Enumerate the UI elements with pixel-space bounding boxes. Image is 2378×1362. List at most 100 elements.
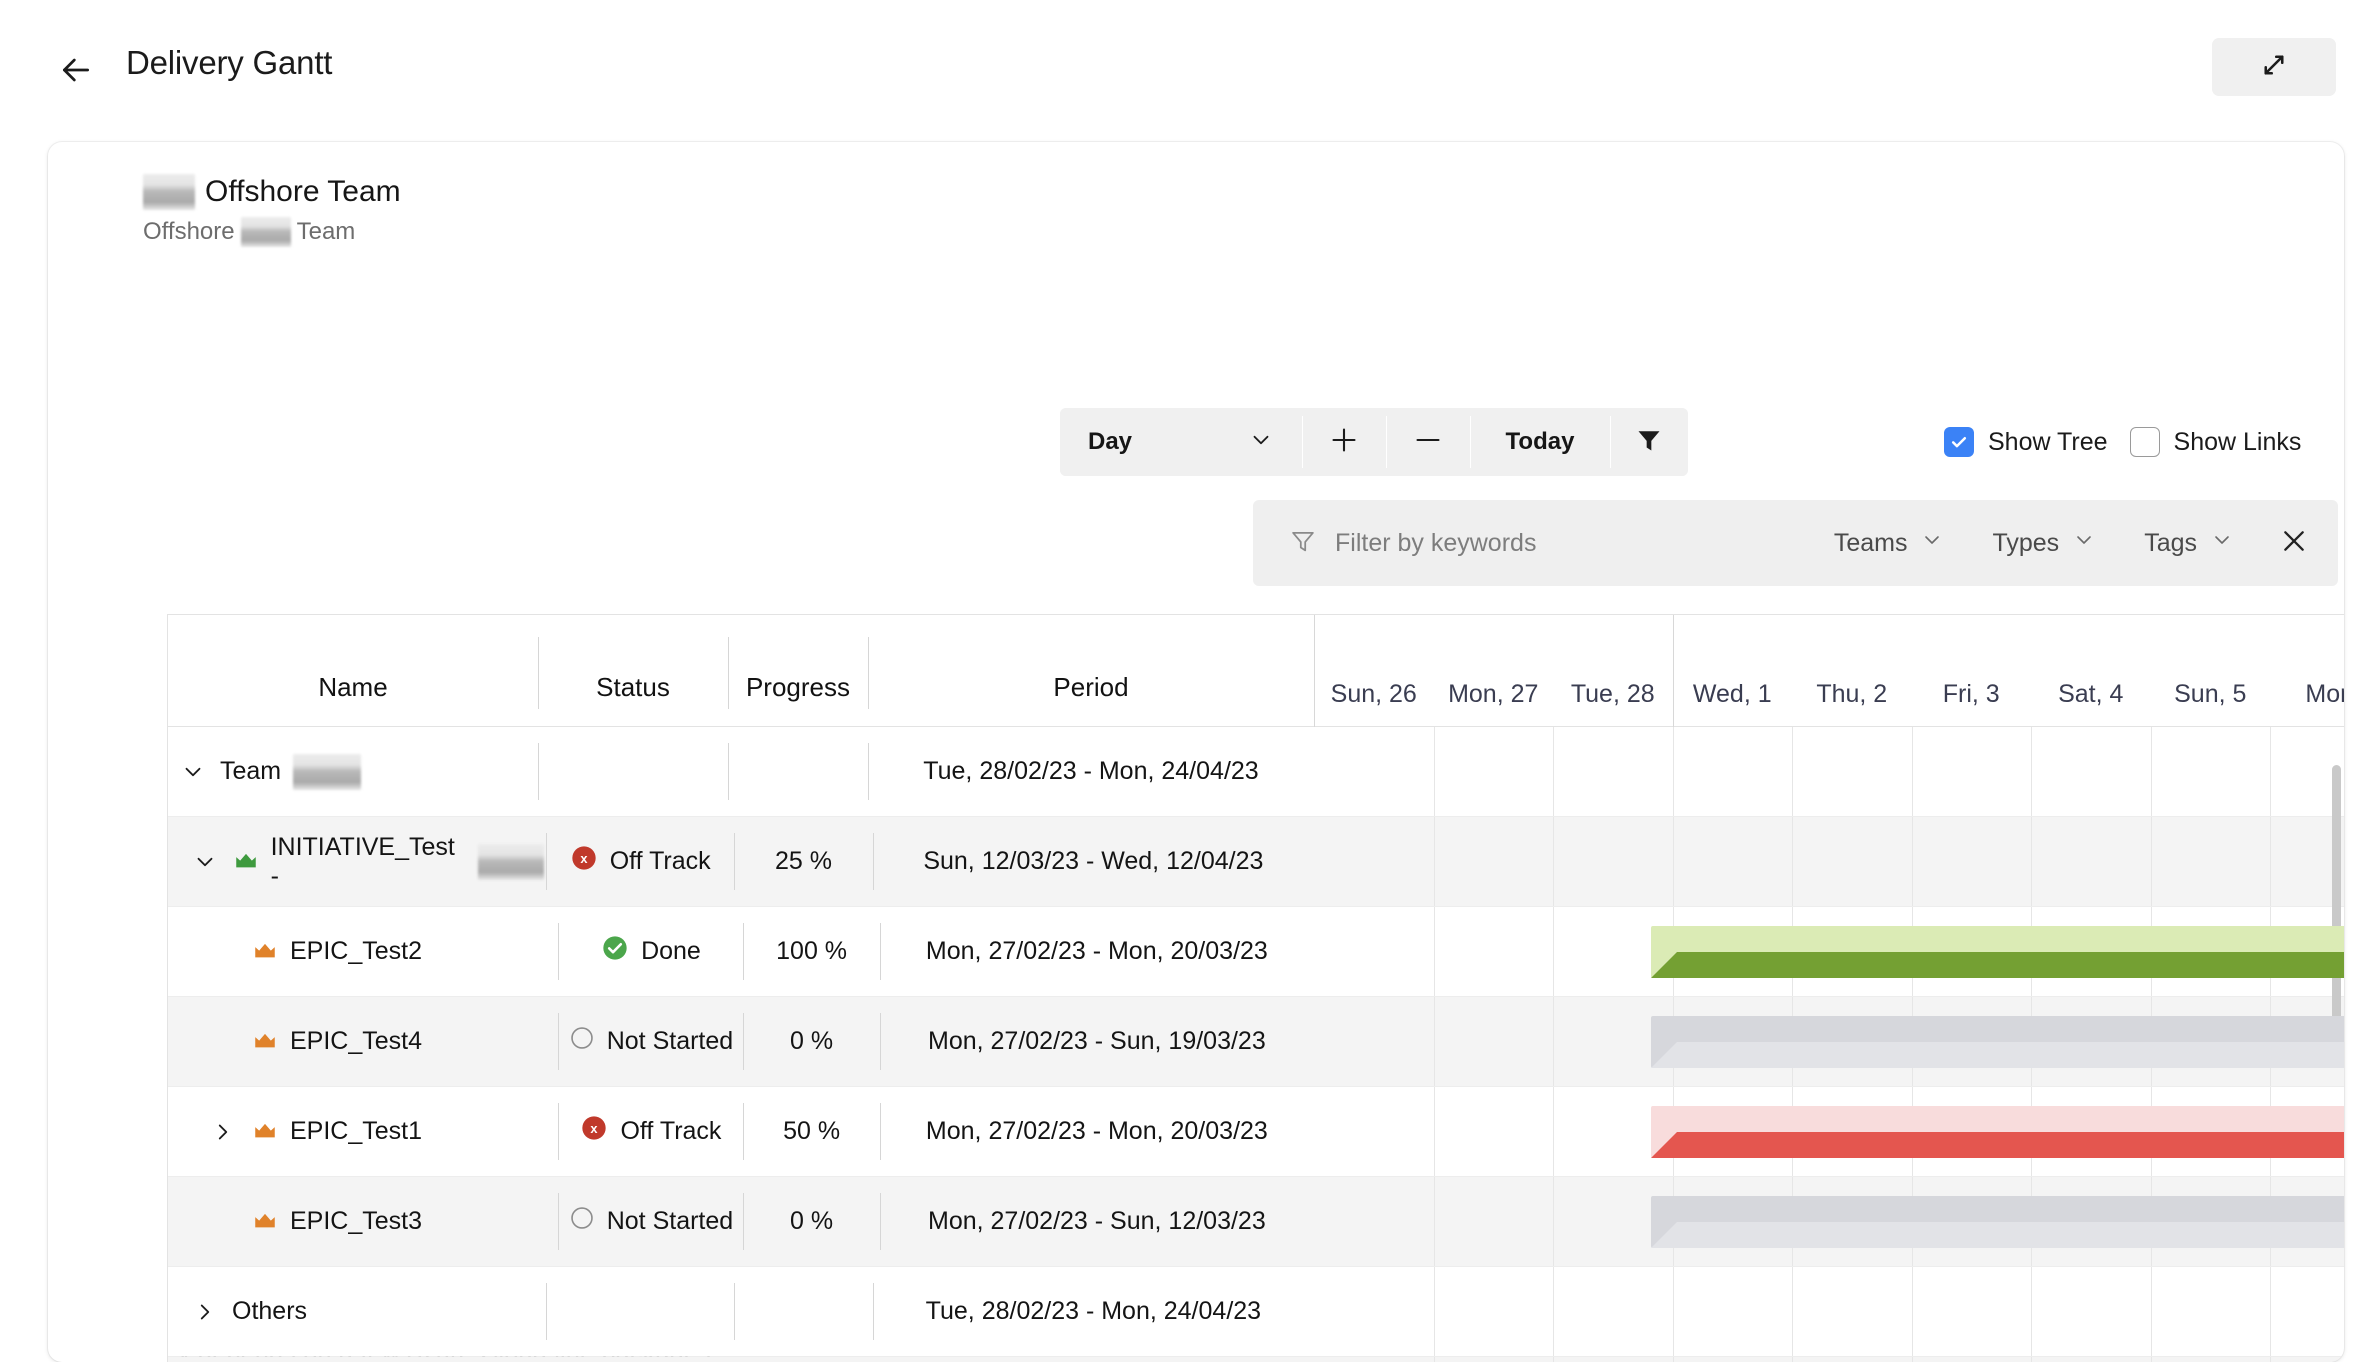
- row-period-label: Tue, 28/02/23 - Mon, 24/04/23: [923, 757, 1259, 785]
- row-name-label: EPIC_Test1: [290, 1117, 423, 1145]
- row-name-label: INITIATIVE_Test -: [270, 832, 455, 890]
- row-status-cell: [546, 1267, 734, 1356]
- row-timeline: [1314, 817, 2344, 906]
- timeline-month-divider: [1314, 615, 1315, 727]
- timeline-day-header: Mon: [2305, 680, 2344, 708]
- row-progress-cell: [734, 1267, 873, 1356]
- zoom-out-button[interactable]: [1386, 408, 1470, 476]
- column-header-period[interactable]: Period: [868, 615, 1314, 727]
- row-timeline: [1314, 1357, 2344, 1362]
- table-row[interactable]: EPIC_Test4 Not Started 0 % Mon, 27/02/23 - …: [168, 997, 2344, 1087]
- gantt-bar[interactable]: EPIC_T: [1651, 1196, 2344, 1248]
- table-row[interactable]: EPIC_Test2 Done 100 % Mon, 27/02/23 - Mon, …: [168, 907, 2344, 997]
- redacted-block: [143, 174, 195, 210]
- close-filter-button[interactable]: [2258, 525, 2338, 562]
- expand-button[interactable]: [2212, 38, 2336, 96]
- row-period-label: Tue, 28/02/23 - Mon, 24/04/23: [925, 1297, 1262, 1325]
- row-name-cell[interactable]: EPIC_Test4: [198, 997, 558, 1086]
- types-dropdown[interactable]: Types: [1968, 528, 2120, 559]
- crown-orange-icon: [250, 1119, 280, 1145]
- row-period-label: Sun, 12/03/23 - Wed, 12/04/23: [923, 847, 1264, 875]
- gantt-bar[interactable]: [1651, 1106, 2344, 1158]
- row-chevron-down-icon[interactable]: [188, 849, 221, 875]
- row-chevron-right-icon[interactable]: [188, 1299, 222, 1325]
- row-name-cell[interactable]: Team PRD: [168, 1357, 538, 1362]
- minus-icon: [1410, 422, 1446, 463]
- show-links-checkbox[interactable]: Show Links: [2129, 427, 2302, 457]
- gantt-grid: Name Status Progress Period Sun, 26 Mon, …: [167, 614, 2344, 1362]
- column-header-name[interactable]: Name: [168, 615, 538, 727]
- timeline-gridline: [1911, 817, 1913, 906]
- zoom-in-button[interactable]: [1302, 408, 1386, 476]
- timeline-gridline: [1433, 1087, 1435, 1176]
- show-tree-label: Show Tree: [1988, 427, 2108, 456]
- show-tree-checkbox[interactable]: Show Tree: [1944, 427, 2108, 457]
- timeline-day-header: Mon, 27: [1448, 680, 1539, 708]
- timeline-gridline: [1433, 817, 1435, 906]
- show-links-label: Show Links: [2173, 427, 2302, 456]
- row-period-cell: Tue, 28/02/23 - Mon, 24/04/23: [872, 1267, 1314, 1356]
- gantt-bar[interactable]: [1651, 926, 2344, 978]
- timeline-gridline: [1792, 1357, 1793, 1362]
- row-name-label: EPIC_Test3: [290, 1207, 423, 1235]
- row-timeline: EPIC_T: [1314, 1177, 2344, 1266]
- row-progress-cell: 0 %: [743, 1177, 879, 1266]
- back-button[interactable]: [52, 48, 100, 96]
- timeline-gridline: [1792, 1267, 1793, 1356]
- row-left-columns: Team PRD Mon, 01/05/23 - Sun, 14/05/23: [168, 1357, 1314, 1362]
- row-progress-cell: 25 %: [734, 817, 873, 906]
- close-icon: [2278, 525, 2310, 562]
- team-header: Offshore Team Offshore Team: [143, 174, 401, 247]
- table-row[interactable]: EPIC_T EPIC_Test3 Not Started 0 % Mon, 27/02…: [168, 1177, 2344, 1267]
- row-period-cell: Mon, 27/02/23 - Mon, 20/03/23: [879, 907, 1314, 996]
- timeline-gridline: [1433, 727, 1435, 816]
- timeline-gridline: [2150, 1267, 2152, 1356]
- today-button[interactable]: Today: [1470, 408, 1610, 476]
- row-name-cell[interactable]: EPIC_Test1: [198, 1087, 558, 1176]
- tags-dropdown[interactable]: Tags: [2120, 528, 2258, 559]
- gantt-bar[interactable]: [1651, 1016, 2344, 1068]
- types-dropdown-label: Types: [1992, 528, 2060, 557]
- timeline-gridline: [1433, 997, 1435, 1086]
- arrow-left-icon: [56, 50, 96, 95]
- table-column-headers: Name Status Progress Period: [168, 615, 1314, 727]
- row-name-cell[interactable]: Team: [168, 727, 538, 816]
- row-status-cell: [538, 1357, 728, 1362]
- team-name-text: Offshore Team: [205, 175, 401, 208]
- row-chevron-down-icon[interactable]: [176, 759, 210, 785]
- keyword-filter-input[interactable]: Filter by keywords: [1289, 527, 1536, 560]
- timeline-gridline: [1911, 1357, 1913, 1362]
- table-row[interactable]: INITIATIVE_Test - x Off Track 25 % Sun, 12/0…: [168, 817, 2344, 907]
- timeline-gridline: [1433, 1357, 1435, 1362]
- row-status-label: Not Started: [606, 1027, 734, 1055]
- table-row[interactable]: Team PRD Mon, 01/05/23 - Sun, 14/05/23: [168, 1357, 2344, 1362]
- row-progress-cell: 100 %: [743, 907, 879, 996]
- table-row[interactable]: EPIC_Test1 x Off Track 50 % Mon, 27/02/23 - …: [168, 1087, 2344, 1177]
- timeline-gridline: [1672, 1357, 1674, 1362]
- scale-select[interactable]: Day: [1060, 408, 1302, 476]
- done-icon: [601, 934, 629, 969]
- row-left-columns: EPIC_Test1 x Off Track 50 % Mon, 27/02/23 - …: [168, 1087, 1314, 1176]
- row-name-cell[interactable]: INITIATIVE_Test -: [180, 817, 546, 906]
- row-timeline: [1314, 727, 2344, 816]
- row-name-cell[interactable]: Others: [180, 1267, 546, 1356]
- table-row[interactable]: Team Tue, 28/02/23 - Mon, 24/04/23: [168, 727, 2344, 817]
- chevron-down-icon: [1248, 427, 1274, 458]
- row-name-cell[interactable]: EPIC_Test2: [198, 907, 558, 996]
- row-name-cell[interactable]: EPIC_Test3: [198, 1177, 558, 1266]
- row-left-columns: INITIATIVE_Test - x Off Track 25 % Sun, 12/0…: [168, 817, 1314, 906]
- filter-toggle-button[interactable]: [1610, 408, 1688, 476]
- row-period-cell: Mon, 27/02/23 - Sun, 19/03/23: [879, 997, 1314, 1086]
- column-header-status[interactable]: Status: [538, 615, 728, 727]
- teams-dropdown[interactable]: Teams: [1810, 528, 1969, 559]
- svg-text:x: x: [591, 1121, 599, 1136]
- timeline-gridline: [2150, 817, 2152, 906]
- column-header-progress[interactable]: Progress: [728, 615, 868, 727]
- gantt-bar-progress: [1651, 1042, 2344, 1068]
- crown-green-icon: [231, 849, 260, 875]
- not-started-icon: [569, 1205, 595, 1238]
- funnel-filled-icon: [1635, 426, 1663, 459]
- row-chevron-right-icon[interactable]: [206, 1119, 240, 1145]
- timeline-gridline: [2031, 817, 2032, 906]
- timeline-day-header: Wed, 1: [1692, 680, 1772, 708]
